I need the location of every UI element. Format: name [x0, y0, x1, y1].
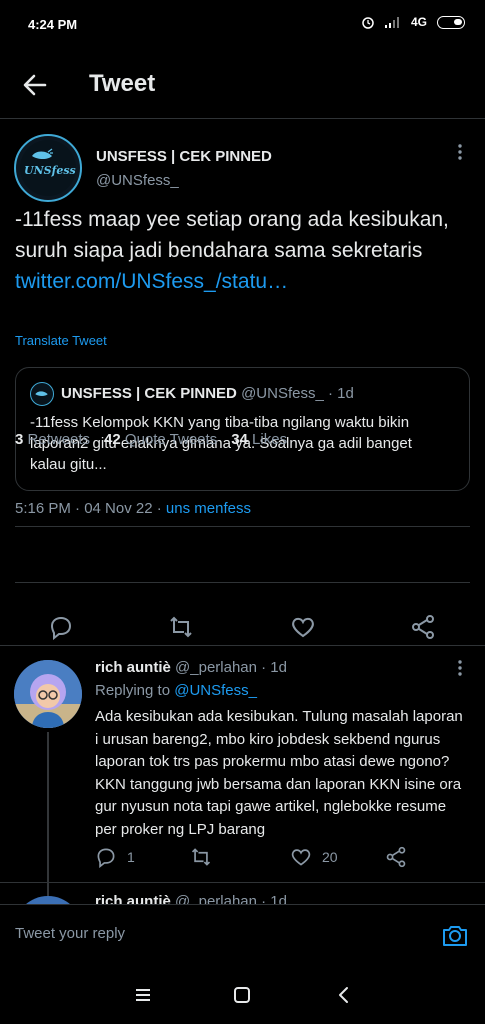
- network-label: 4G: [410, 15, 427, 29]
- author-avatar[interactable]: UNSfess: [14, 134, 82, 202]
- next-reply-author-name: rich auntiè: [95, 893, 171, 904]
- status-time: 4:24 PM: [28, 17, 78, 32]
- square-icon: [234, 987, 250, 1003]
- reply-icon: [50, 616, 72, 641]
- quoted-tweet-header: UNSFESS | CEK PINNED @UNSfess_ · 1d: [61, 385, 354, 402]
- retweet-icon: [170, 616, 192, 638]
- status-icons: 4G: [361, 15, 465, 29]
- status-bar: 4:24 PM 4G: [0, 0, 485, 52]
- tweet-stats: 3 Retweets 42 Quote Tweets 34 Likes: [15, 431, 287, 448]
- share-button[interactable]: [410, 614, 436, 640]
- reply-reply-count: 1: [127, 849, 135, 865]
- tweet-timestamp: 5:16 PM · 04 Nov 22 ·: [15, 500, 166, 517]
- reply-icon: [97, 848, 115, 868]
- share-icon: [412, 615, 434, 639]
- header-divider: [0, 118, 485, 119]
- tweet-text: -11fess maap yee setiap orang ada kesibu…: [15, 204, 455, 297]
- reply-retweet-button[interactable]: [190, 846, 212, 868]
- battery-icon: [437, 15, 465, 29]
- quote-tweets-count: 42: [104, 431, 121, 448]
- reply-divider: [0, 882, 485, 883]
- app-header: Tweet: [0, 56, 485, 114]
- meta-divider: [15, 526, 470, 527]
- heart-icon: [292, 617, 314, 638]
- reply-like-button[interactable]: 20: [290, 846, 338, 868]
- reply-input[interactable]: [15, 925, 395, 942]
- replies-divider: [0, 645, 485, 646]
- quoted-author-handle: @UNSfess_ · 1d: [241, 385, 354, 402]
- like-button[interactable]: [290, 614, 316, 640]
- camera-icon: [443, 926, 467, 946]
- stats-divider: [15, 582, 470, 583]
- menu-icon: [136, 989, 150, 1001]
- likes-label: Likes: [252, 431, 288, 448]
- reply-action-bar: 1 20: [95, 846, 425, 870]
- recent-apps-button[interactable]: [132, 984, 154, 1006]
- retweets-count: 3: [15, 431, 24, 448]
- share-icon: [386, 846, 406, 868]
- system-nav-bar: [0, 966, 485, 1024]
- thread-line: [47, 732, 49, 897]
- reply-like-count: 20: [322, 849, 338, 865]
- whale-icon: [35, 391, 48, 396]
- replying-to-mention[interactable]: @UNSfess_: [174, 682, 257, 699]
- reply-author-name[interactable]: rich auntiè: [95, 659, 171, 676]
- likes-stat[interactable]: 34 Likes: [231, 431, 287, 448]
- camera-button[interactable]: [441, 921, 469, 949]
- reply-author-avatar[interactable]: [14, 660, 82, 728]
- reply-header: rich auntiè @_perlahan · 1d: [95, 659, 287, 676]
- next-reply-header: rich auntiè @_perlahan · 1d: [95, 893, 287, 904]
- translate-tweet-link[interactable]: Translate Tweet: [15, 333, 107, 348]
- alarm-icon: [362, 17, 374, 29]
- retweets-label: Retweets: [27, 431, 91, 448]
- likes-count: 34: [231, 431, 248, 448]
- tweet-link[interactable]: twitter.com/UNSfess_/statu…: [15, 266, 455, 297]
- quote-tweets-stat[interactable]: 42 Quote Tweets: [104, 431, 217, 448]
- reply-composer: [0, 904, 485, 966]
- avatar-illustration: [14, 660, 82, 728]
- more-options-icon[interactable]: [450, 144, 470, 164]
- quoted-tweet-card[interactable]: UNSFESS | CEK PINNED @UNSfess_ · 1d -11f…: [15, 367, 470, 491]
- page-title: Tweet: [89, 70, 156, 97]
- tweet-action-bar: [0, 602, 485, 654]
- reply-more-options-icon[interactable]: [450, 660, 470, 680]
- reply-tweet[interactable]: rich auntiè @_perlahan · 1d Replying to …: [0, 650, 485, 900]
- retweets-stat[interactable]: 3 Retweets: [15, 431, 90, 448]
- reply-button[interactable]: [48, 614, 74, 641]
- reply-reply-button[interactable]: 1: [95, 846, 135, 868]
- quoted-author-avatar: [30, 382, 54, 406]
- whale-icon: [32, 148, 53, 159]
- tweet-source[interactable]: uns menfess: [166, 500, 251, 517]
- chevron-left-icon: [339, 987, 348, 1003]
- quote-tweets-label: Quote Tweets: [124, 431, 218, 448]
- tweet-meta: 5:16 PM · 04 Nov 22 · uns menfess: [15, 500, 251, 517]
- reply-text: Ada kesibukan ada kesibukan. Tulung masa…: [95, 708, 463, 838]
- reply-share-button[interactable]: [385, 846, 407, 868]
- avatar-logo-text: UNSfess: [24, 164, 76, 177]
- back-button[interactable]: [18, 68, 52, 102]
- retweet-button[interactable]: [168, 614, 194, 640]
- back-nav-button[interactable]: [333, 984, 355, 1006]
- reply-author-handle[interactable]: @_perlahan · 1d: [175, 659, 287, 676]
- next-reply-tweet[interactable]: rich auntiè @_perlahan · 1d: [0, 888, 485, 904]
- next-reply-author-handle: @_perlahan · 1d: [175, 893, 287, 904]
- author-name[interactable]: UNSFESS | CEK PINNED: [96, 148, 272, 165]
- next-reply-avatar[interactable]: [14, 896, 82, 904]
- quoted-author-name: UNSFESS | CEK PINNED: [61, 385, 237, 402]
- author-handle[interactable]: @UNSfess_: [96, 172, 179, 189]
- home-button[interactable]: [231, 984, 253, 1006]
- replying-to: Replying to @UNSfess_: [95, 682, 257, 699]
- arrow-left-icon: [23, 74, 47, 96]
- retweet-icon: [191, 848, 211, 866]
- tweet-body: -11fess maap yee setiap orang ada kesibu…: [15, 208, 449, 262]
- heart-icon: [291, 849, 311, 866]
- replying-prefix: Replying to: [95, 682, 175, 699]
- signal-icon: [384, 17, 399, 28]
